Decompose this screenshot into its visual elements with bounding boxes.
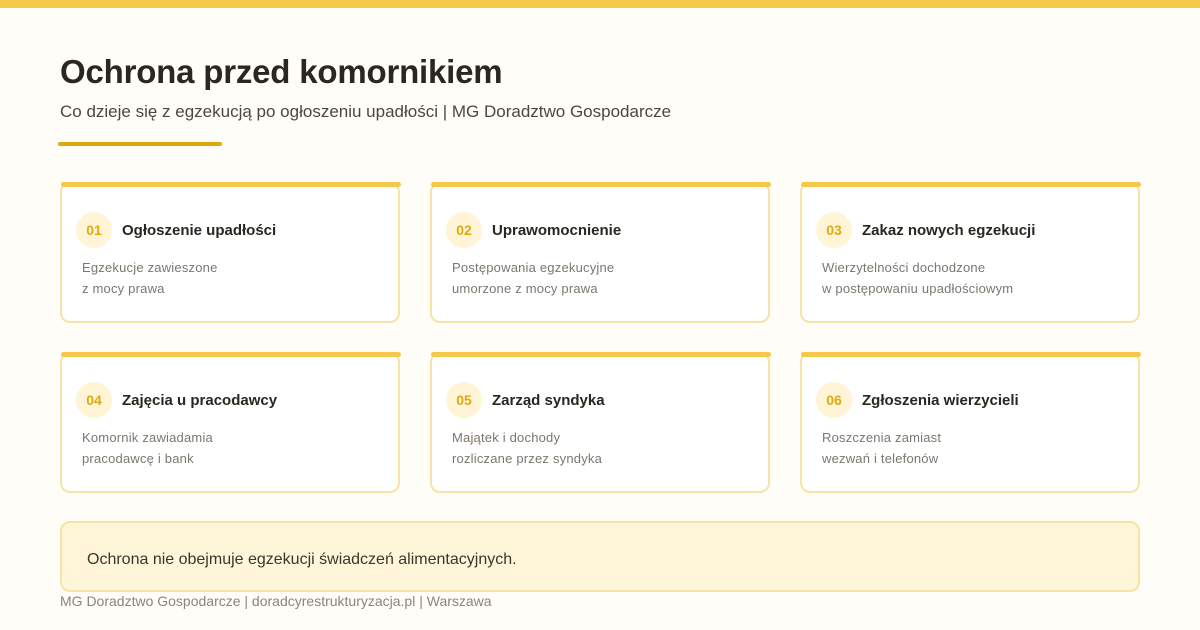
top-accent-bar [0, 0, 1200, 8]
step-number-badge: 02 [446, 212, 482, 248]
step-title: Zakaz nowych egzekucji [862, 222, 1036, 239]
footer-text: MG Doradztwo Gospodarcze | doradcyrestru… [60, 593, 492, 609]
card-accent-bar [61, 352, 401, 357]
step-title: Zajęcia u pracodawcy [122, 392, 278, 409]
step-title: Ogłoszenie upadłości [122, 222, 277, 239]
step-title: Zarząd syndyka [492, 392, 605, 409]
step-card: 03 Zakaz nowych egzekucji Wierzytelności… [800, 182, 1141, 323]
page-title: Ochrona przed komornikiem [60, 53, 503, 90]
step-number-badge: 04 [76, 382, 112, 418]
step-card: 01 Ogłoszenie upadłości Egzekucje zawies… [60, 182, 401, 323]
step-description: Majątek i dochody rozliczane przez syndy… [452, 430, 603, 466]
step-number-badge: 01 [76, 212, 112, 248]
card-accent-bar [801, 182, 1141, 187]
step-card: 06 Zgłoszenia wierzycieli Roszczenia zam… [800, 352, 1141, 493]
card-accent-bar [431, 352, 771, 357]
step-number-badge: 05 [446, 382, 482, 418]
card-accent-bar [61, 182, 401, 187]
step-description: Komornik zawiadamia pracodawcę i bank [82, 430, 213, 466]
step-description: Wierzytelności dochodzone w postępowaniu… [822, 260, 1014, 296]
note-box: Ochrona nie obejmuje egzekucji świadczeń… [60, 521, 1140, 592]
step-card: 04 Zajęcia u pracodawcy Komornik zawiada… [60, 352, 401, 493]
step-card: 05 Zarząd syndyka Majątek i dochody rozl… [430, 352, 771, 493]
step-description: Roszczenia zamiast wezwań i telefonów [822, 430, 942, 466]
step-description: Postępowania egzekucyjne umorzone z mocy… [452, 260, 615, 296]
card-accent-bar [431, 182, 771, 187]
title-underline [58, 142, 222, 146]
step-title: Zgłoszenia wierzycieli [862, 392, 1019, 409]
step-description: Egzekucje zawieszone z mocy prawa [82, 260, 218, 296]
card-accent-bar [801, 352, 1141, 357]
step-card: 02 Uprawomocnienie Postępowania egzekucy… [430, 182, 771, 323]
step-title: Uprawomocnienie [492, 222, 622, 239]
page-subtitle: Co dzieje się z egzekucją po ogłoszeniu … [60, 102, 672, 121]
step-number-badge: 06 [816, 382, 852, 418]
step-number-badge: 03 [816, 212, 852, 248]
note-text: Ochrona nie obejmuje egzekucji świadczeń… [87, 551, 517, 568]
